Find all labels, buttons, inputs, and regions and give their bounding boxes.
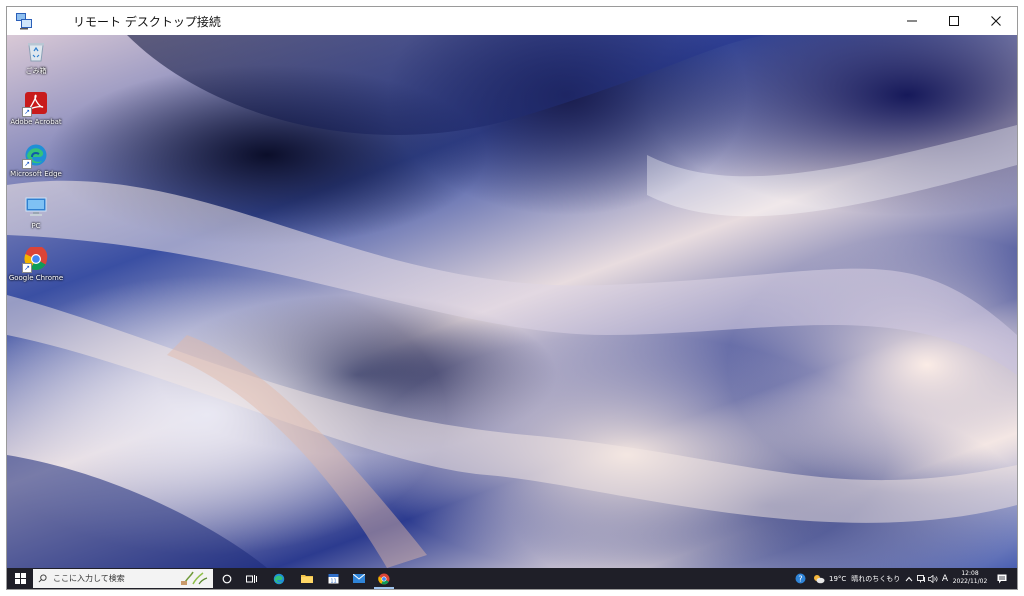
remote-desktop-area[interactable]: ごみ箱 ↗ Adobe Acrobat ↗ Microsoft Edge PC … [7,35,1017,568]
search-placeholder: ここに入力して検索 [53,574,125,583]
notification-button[interactable] [993,568,1011,589]
clock-date: 2022/11/02 [952,578,988,585]
cortana-button[interactable] [217,568,237,589]
taskbar-mail[interactable] [347,568,371,589]
desktop-icon-label: PC [31,222,41,230]
notification-icon [997,574,1007,583]
weather-temp: 19°C [829,574,847,583]
search-icon [38,574,47,583]
network-icon [916,574,925,582]
remote-desktop-window: リモート デスクトップ接続 ごみ箱 ↗ Adobe Acrobat ↗ Micr… [6,6,1018,590]
chrome-icon: ↗ [22,245,48,273]
svg-text:11: 11 [330,579,336,585]
task-view-button[interactable] [241,568,261,589]
remote-desktop-app-icon[interactable] [15,12,33,30]
mail-icon [353,574,365,583]
minimize-button[interactable] [891,7,933,35]
search-box[interactable]: ここに入力して検索 [33,569,213,588]
volume-button[interactable] [927,568,939,589]
desktop-icon-recycle-bin[interactable]: ごみ箱 [11,39,61,76]
start-button[interactable] [9,568,31,589]
taskbar-calendar[interactable]: 11 [321,568,345,589]
active-app-indicator [374,587,394,589]
desktop-icon-microsoft-edge[interactable]: ↗ Microsoft Edge [10,143,62,178]
close-button[interactable] [975,7,1017,35]
desktop-icon-google-chrome[interactable]: ↗ Google Chrome [8,245,64,282]
folder-icon [301,575,313,583]
clock[interactable]: 12:08 2022/11/02 [950,570,990,586]
svg-text:?: ? [798,575,802,584]
clock-time: 12:08 [961,570,979,577]
cortana-circle-icon [222,574,232,583]
help-button[interactable]: ? [791,568,809,589]
desktop-icon-label: Google Chrome [8,274,64,282]
task-view-icon [245,574,257,583]
pc-icon [24,195,48,219]
windows-logo-icon [14,573,26,584]
desktop-icon-adobe-acrobat[interactable]: ↗ Adobe Acrobat [10,91,62,126]
taskbar-file-explorer[interactable] [295,568,319,589]
recycle-bin-icon [24,39,48,63]
desktop-icon-pc[interactable]: PC [11,195,61,230]
show-hidden-icons-button[interactable] [903,568,915,589]
maximize-button[interactable] [933,7,975,35]
chevron-up-icon [905,576,913,581]
shortcut-arrow-icon: ↗ [22,107,32,117]
help-icon: ? [795,573,805,584]
network-button[interactable] [915,568,927,589]
taskbar-edge[interactable] [267,568,291,589]
title-bar[interactable]: リモート デスクトップ接続 [7,7,1017,35]
desktop-icon-label: Adobe Acrobat [10,118,62,126]
taskbar-chrome[interactable] [371,568,397,589]
partly-cloudy-icon [814,574,825,583]
desktop-icon-label: Microsoft Edge [10,170,62,178]
weather-condition: 晴れのちくもり [851,574,901,583]
desktop-icon-label: ごみ箱 [25,67,47,75]
chrome-icon [378,573,390,584]
wallpaper [7,35,1017,568]
calendar-icon: 11 [328,574,338,585]
window-title: リモート デスクトップ接続 [73,15,221,29]
edge-icon: ↗ [22,143,48,169]
search-highlight-icon [181,571,208,585]
edge-icon [273,573,285,584]
shortcut-arrow-icon: ↗ [22,159,32,169]
acrobat-icon: ↗ [22,91,48,117]
shortcut-arrow-icon: ↗ [22,263,32,273]
taskbar: ここに入力して検索 11 ? 19°C 晴れのちくもり A 12:08 2022… [7,568,1017,589]
speaker-icon [928,574,938,583]
weather-widget[interactable]: 19°C 晴れのちくもり [813,568,913,589]
